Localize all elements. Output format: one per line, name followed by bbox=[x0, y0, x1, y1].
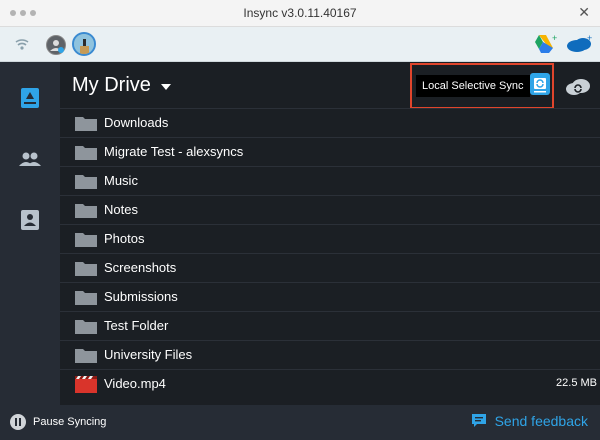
list-item[interactable]: Downloads bbox=[60, 108, 600, 137]
item-name: Submissions bbox=[104, 289, 178, 304]
footer-bar: Pause Syncing Send feedback bbox=[0, 405, 600, 440]
main-panel: My Drive Local Selective Sync Downloads … bbox=[60, 62, 600, 405]
local-selective-sync-button[interactable] bbox=[530, 73, 550, 95]
pause-syncing-button[interactable]: Pause Syncing bbox=[33, 416, 106, 428]
send-feedback-button[interactable]: Send feedback bbox=[471, 413, 588, 429]
item-name: Notes bbox=[104, 202, 138, 217]
item-name: Photos bbox=[104, 231, 145, 246]
pause-icon[interactable] bbox=[10, 414, 26, 430]
close-icon[interactable]: ✕ bbox=[578, 4, 590, 20]
onedrive-plus-icon[interactable]: + bbox=[565, 34, 595, 54]
list-item[interactable]: University Files bbox=[60, 340, 600, 369]
list-item[interactable]: Photos bbox=[60, 224, 600, 253]
send-feedback-label: Send feedback bbox=[494, 413, 588, 429]
folder-icon bbox=[75, 291, 97, 305]
list-item[interactable]: Screenshots bbox=[60, 253, 600, 282]
file-list: Downloads Migrate Test - alexsyncs Music… bbox=[60, 108, 600, 398]
my-drive-icon[interactable] bbox=[18, 86, 42, 110]
folder-icon bbox=[75, 117, 97, 131]
window-title: Insync v3.0.11.40167 bbox=[243, 6, 357, 20]
cloud-sync-icon[interactable] bbox=[564, 77, 592, 102]
account-bar: + + bbox=[0, 27, 600, 62]
folder-icon bbox=[75, 146, 97, 160]
list-item[interactable]: Submissions bbox=[60, 282, 600, 311]
folder-icon bbox=[75, 204, 97, 218]
item-name: Migrate Test - alexsyncs bbox=[104, 144, 244, 159]
list-item[interactable]: Migrate Test - alexsyncs bbox=[60, 137, 600, 166]
item-size: 22.5 MB bbox=[556, 377, 597, 389]
item-name: University Files bbox=[104, 347, 193, 362]
folder-icon bbox=[75, 262, 97, 276]
title-bar: Insync v3.0.11.40167 ✕ bbox=[0, 0, 600, 27]
drive-selector[interactable]: My Drive bbox=[72, 74, 171, 97]
insync-window: Insync v3.0.11.40167 ✕ + + My Drive Loca… bbox=[0, 0, 600, 440]
account-avatar[interactable] bbox=[46, 35, 66, 55]
list-item[interactable]: Notes bbox=[60, 195, 600, 224]
side-nav bbox=[0, 62, 60, 405]
chevron-down-icon bbox=[160, 84, 171, 90]
account-avatar[interactable] bbox=[72, 32, 96, 56]
connection-signal-icon bbox=[15, 39, 29, 50]
folder-icon bbox=[75, 349, 97, 363]
shared-people-icon[interactable] bbox=[18, 147, 42, 171]
video-file-icon bbox=[75, 376, 97, 393]
folder-icon bbox=[75, 320, 97, 334]
svg-text:+: + bbox=[552, 33, 557, 43]
list-item[interactable]: Music bbox=[60, 166, 600, 195]
svg-text:+: + bbox=[587, 34, 592, 43]
contacts-card-icon[interactable] bbox=[18, 208, 42, 232]
chat-bubble-icon bbox=[471, 414, 486, 427]
page-title: My Drive bbox=[72, 74, 151, 96]
folder-icon bbox=[75, 233, 97, 247]
item-name: Music bbox=[104, 173, 138, 188]
tooltip: Local Selective Sync bbox=[416, 75, 535, 97]
item-name: Test Folder bbox=[104, 318, 169, 333]
list-item[interactable]: Test Folder bbox=[60, 311, 600, 340]
folder-icon bbox=[75, 175, 97, 189]
item-name: Video.mp4 bbox=[104, 376, 166, 391]
list-item[interactable]: Video.mp4 22.5 MB bbox=[60, 369, 600, 398]
item-name: Downloads bbox=[104, 115, 169, 130]
gdrive-plus-icon[interactable]: + bbox=[532, 33, 558, 55]
item-name: Screenshots bbox=[104, 260, 177, 275]
